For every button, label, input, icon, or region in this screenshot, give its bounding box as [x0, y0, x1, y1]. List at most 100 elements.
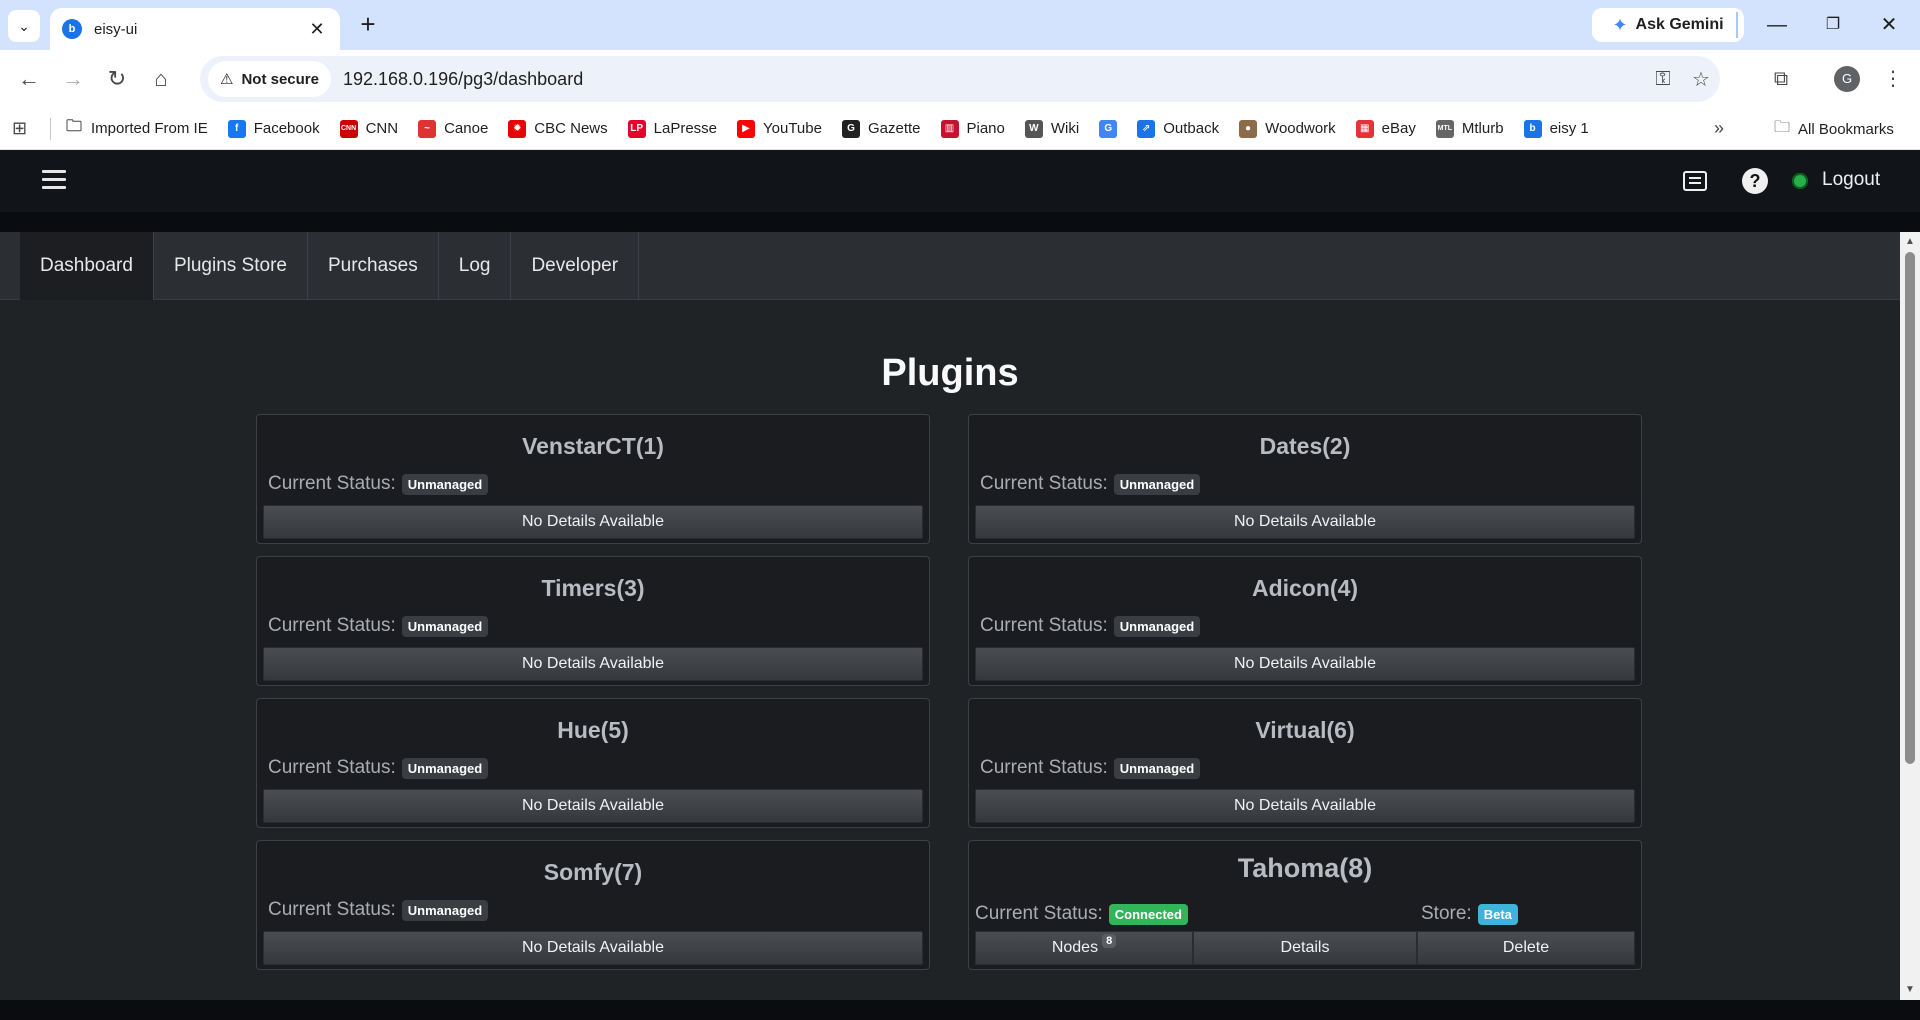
app-header: ? Logout: [0, 150, 1920, 212]
plugin-name: Timers(3): [541, 575, 645, 601]
tab-search-chevron-icon[interactable]: ⌄: [8, 10, 40, 42]
more-bookmarks-chevron-icon[interactable]: »: [1714, 118, 1724, 139]
bookmark-item[interactable]: ● Woodwork: [1239, 119, 1336, 138]
bookmark-label: CNN: [365, 120, 399, 137]
logout-button[interactable]: Logout: [1822, 169, 1880, 191]
canoe-icon: ~: [418, 119, 437, 138]
apps-grid-icon[interactable]: ⊞: [12, 118, 36, 139]
no-details-button[interactable]: No Details Available: [263, 789, 923, 823]
header-spacer: [0, 212, 1920, 232]
bookmarks-bar: ⊞ 🗀 Imported From IE f Facebook CNN CNN ~ Canoe…: [0, 108, 1920, 150]
status-label: Current Status:: [268, 899, 396, 920]
bookmark-item[interactable]: ▦ eBay: [1355, 119, 1416, 138]
tab-log[interactable]: Log: [439, 232, 512, 300]
status-badge: Unmanaged: [401, 899, 489, 921]
restore-icon[interactable]: ❐: [1810, 8, 1856, 42]
home-icon[interactable]: ⌂: [144, 62, 178, 96]
gazette-icon: G: [841, 119, 860, 138]
bookmark-label: Piano: [966, 120, 1005, 137]
details-button[interactable]: Details: [1193, 931, 1417, 965]
no-details-button[interactable]: No Details Available: [263, 647, 923, 681]
woodwork-icon: ●: [1239, 119, 1258, 138]
bookmark-item[interactable]: MTL Mtlurb: [1435, 119, 1504, 138]
browser-toolbar: ← → ↻ ⌂ ⚠ Not secure 192.168.0.196/pg3/d…: [0, 50, 1920, 108]
piano-icon: ▥: [940, 119, 959, 138]
folder-icon: 🗀: [1774, 118, 1791, 136]
bookmark-item[interactable]: f Facebook: [227, 119, 320, 138]
forward-arrow-icon[interactable]: →: [56, 62, 90, 96]
outback-icon: ⇗: [1137, 119, 1156, 138]
bookmark-item[interactable]: G: [1099, 119, 1118, 138]
tab-purchases[interactable]: Purchases: [308, 232, 439, 300]
bookmark-item[interactable]: LP LaPresse: [627, 119, 718, 138]
status-badge: Unmanaged: [401, 757, 489, 779]
no-details-button[interactable]: No Details Available: [263, 931, 923, 965]
bookmark-item[interactable]: ✹ CBC News: [508, 119, 608, 138]
status-badge: Unmanaged: [1113, 757, 1201, 779]
bookmark-item[interactable]: ▥ Piano: [940, 119, 1005, 138]
connection-status-dot-icon: [1792, 173, 1808, 189]
ask-gemini-button[interactable]: ✦ Ask Gemini: [1592, 8, 1744, 42]
bookmark-item[interactable]: 🗀 Imported From IE: [65, 118, 208, 138]
app-tabs: Dashboard Plugins Store Purchases Log De…: [0, 232, 1900, 300]
ask-gemini-label: Ask Gemini: [1635, 16, 1724, 33]
bookmark-item[interactable]: b eisy 1: [1523, 119, 1589, 138]
messages-icon[interactable]: [1680, 166, 1710, 196]
scroll-down-icon[interactable]: ▼: [1905, 984, 1915, 995]
no-details-button[interactable]: No Details Available: [975, 505, 1635, 539]
no-details-button[interactable]: No Details Available: [975, 789, 1635, 823]
bookmark-star-icon[interactable]: ☆: [1682, 67, 1720, 92]
back-arrow-icon[interactable]: ←: [12, 62, 46, 96]
url-text[interactable]: 192.168.0.196/pg3/dashboard: [343, 69, 1644, 90]
plugin-name: Virtual(6): [1255, 717, 1355, 743]
minimize-icon[interactable]: —: [1754, 8, 1800, 42]
plugin-status-row: Current Status: Unmanaged: [268, 615, 489, 637]
all-bookmarks-button[interactable]: 🗀 All Bookmarks: [1774, 108, 1894, 150]
page-scrollbar[interactable]: ▲ ▼: [1900, 232, 1920, 1000]
plugin-status-row: Current Status: Unmanaged: [268, 473, 489, 495]
plugin-card-somfy: Somfy(7) Current Status: Unmanaged No De…: [256, 840, 930, 970]
profile-avatar[interactable]: G: [1834, 66, 1860, 92]
status-badge: Unmanaged: [1113, 473, 1201, 495]
bookmark-label: Wiki: [1050, 120, 1080, 137]
new-tab-plus-icon[interactable]: +: [352, 9, 384, 41]
security-chip[interactable]: ⚠ Not secure: [208, 61, 331, 97]
nodes-button[interactable]: Nodes 8: [975, 931, 1193, 965]
google-icon: G: [1099, 119, 1118, 138]
no-details-button[interactable]: No Details Available: [975, 647, 1635, 681]
scroll-up-icon[interactable]: ▲: [1905, 236, 1915, 247]
password-key-icon[interactable]: ⚿: [1644, 68, 1682, 91]
no-details-button[interactable]: No Details Available: [263, 505, 923, 539]
bookmark-item[interactable]: ▶ YouTube: [737, 119, 822, 138]
browser-tab[interactable]: b eisy-ui ✕: [50, 8, 340, 50]
bookmark-label: YouTube: [763, 120, 822, 137]
warning-triangle-icon: ⚠: [220, 71, 234, 88]
bookmark-item[interactable]: ~ Canoe: [418, 119, 488, 138]
bookmark-item[interactable]: ⇗ Outback: [1137, 119, 1219, 138]
menu-kebab-icon[interactable]: ⋮: [1876, 62, 1910, 96]
tab-plugins-store[interactable]: Plugins Store: [154, 232, 308, 300]
tab-close-icon[interactable]: ✕: [306, 19, 328, 40]
help-icon[interactable]: ?: [1740, 166, 1770, 196]
status-label: Current Status:: [975, 903, 1103, 924]
delete-button[interactable]: Delete: [1417, 931, 1635, 965]
address-bar[interactable]: ⚠ Not secure 192.168.0.196/pg3/dashboard…: [200, 56, 1720, 102]
scrollbar-thumb[interactable]: [1905, 252, 1915, 764]
tab-developer[interactable]: Developer: [511, 232, 640, 300]
plugin-card-adicon: Adicon(4) Current Status: Unmanaged No D…: [968, 556, 1642, 686]
close-window-icon[interactable]: ✕: [1866, 8, 1912, 42]
gemini-sparkle-icon: ✦: [1612, 14, 1628, 35]
bookmark-item[interactable]: W Wiki: [1024, 119, 1080, 138]
page-title: Plugins: [881, 352, 1019, 394]
reload-icon[interactable]: ↻: [100, 62, 134, 96]
bookmark-item[interactable]: G Gazette: [841, 119, 921, 138]
hamburger-menu-icon[interactable]: [42, 170, 66, 190]
status-label: Current Status:: [268, 473, 396, 494]
extensions-puzzle-icon[interactable]: ⧉: [1764, 62, 1798, 96]
tab-dashboard[interactable]: Dashboard: [20, 232, 154, 300]
bookmark-item[interactable]: CNN CNN: [339, 119, 399, 138]
plugin-status-row: Current Status: Connected: [975, 903, 1188, 925]
facebook-icon: f: [227, 119, 246, 138]
bookmark-label: LaPresse: [653, 120, 718, 137]
bookmark-label: eisy 1: [1549, 120, 1589, 137]
